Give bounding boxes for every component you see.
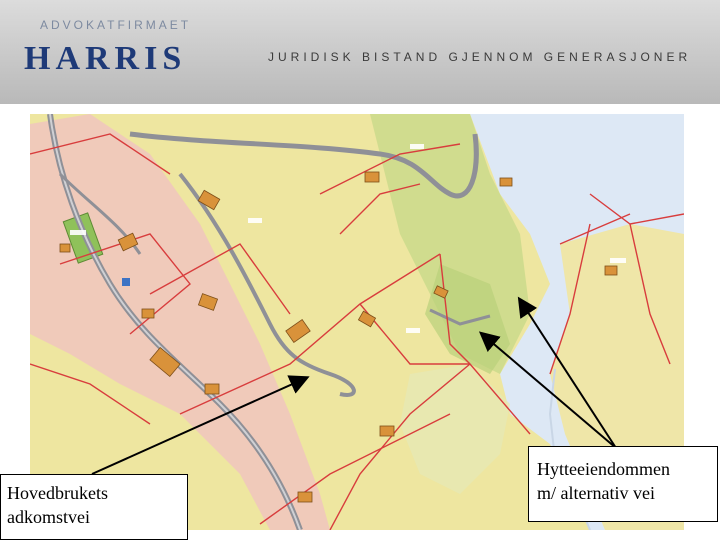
arrow-to-alternative-road [478, 331, 617, 449]
label-line: Hovedbrukets [7, 483, 108, 503]
label-line: adkomstvei [7, 507, 90, 527]
cabin-property-label: Hytteeiendommen m/ alternativ vei [528, 446, 718, 522]
label-line: m/ alternativ vei [537, 483, 655, 503]
arrow-to-cabin-property [517, 296, 617, 449]
label-line: Hytteeiendommen [537, 459, 670, 479]
main-farm-access-road-label: Hovedbrukets adkomstvei [0, 474, 188, 540]
arrow-to-main-access-road [91, 375, 310, 475]
